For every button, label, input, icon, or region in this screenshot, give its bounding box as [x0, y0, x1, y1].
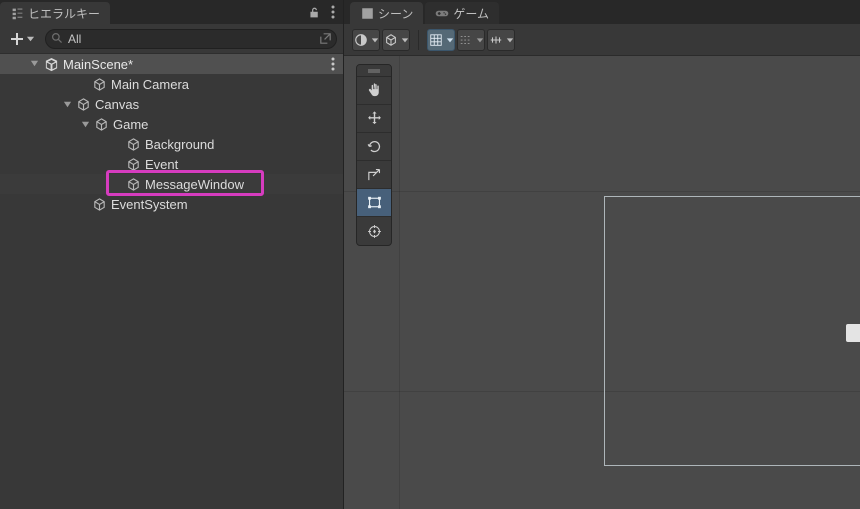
orientation-gizmo[interactable]: [846, 324, 860, 342]
caret-down-icon: [371, 36, 379, 44]
grid-tab-icon: [360, 6, 374, 20]
hierarchy-tab-label: ヒエラルキー: [28, 5, 100, 22]
node-label: Canvas: [95, 97, 139, 112]
hierarchy-panel: ヒエラルキー: [0, 0, 344, 509]
node-event-system[interactable]: EventSystem: [0, 194, 343, 214]
transform-tool-button[interactable]: [357, 217, 391, 245]
scene-tools-overlay[interactable]: [356, 64, 392, 246]
node-game[interactable]: Game: [0, 114, 343, 134]
hierarchy-tree: MainScene* Main Camera Canvas Game: [0, 54, 343, 509]
gameobject-cube-icon: [76, 97, 91, 112]
toolbar-separator: [418, 30, 419, 50]
gameobject-cube-icon: [126, 157, 141, 172]
caret-down-icon: [446, 36, 454, 44]
node-event[interactable]: Event: [0, 154, 343, 174]
scene-tab-row: シーン ゲーム: [344, 0, 860, 24]
tab-scene[interactable]: シーン: [350, 2, 423, 24]
gameobject-cube-icon: [126, 177, 141, 192]
tab-scene-label: シーン: [378, 5, 413, 22]
search-input[interactable]: [45, 29, 337, 49]
hand-tool-button[interactable]: [357, 77, 391, 105]
foldout-down-icon[interactable]: [80, 120, 90, 129]
scale-tool-button[interactable]: [357, 161, 391, 189]
scene-name: MainScene*: [63, 57, 133, 72]
plus-icon: [10, 32, 24, 46]
kebab-icon[interactable]: [331, 5, 335, 19]
create-dropdown[interactable]: [6, 30, 39, 48]
node-label: MessageWindow: [145, 177, 244, 192]
hierarchy-search: [45, 29, 337, 49]
snap-vertex-button[interactable]: [487, 29, 515, 51]
foldout-down-icon[interactable]: [62, 100, 72, 109]
node-label: Main Camera: [111, 77, 189, 92]
search-icon: [51, 32, 64, 45]
node-label: Game: [113, 117, 148, 132]
gameobject-cube-icon: [94, 117, 109, 132]
node-label: EventSystem: [111, 197, 188, 212]
rect-tool-button[interactable]: [357, 189, 391, 217]
hierarchy-tab-row: ヒエラルキー: [0, 0, 343, 24]
move-tool-button[interactable]: [357, 105, 391, 133]
scene-viewport[interactable]: [344, 56, 860, 509]
canvas-outline: [604, 196, 860, 466]
kebab-icon[interactable]: [331, 57, 335, 71]
scene-header[interactable]: MainScene*: [0, 54, 343, 74]
draw-mode-button[interactable]: [382, 29, 410, 51]
node-label: Background: [145, 137, 214, 152]
caret-down-icon: [506, 36, 514, 44]
node-canvas[interactable]: Canvas: [0, 94, 343, 114]
foldout-down-icon[interactable]: [30, 59, 39, 68]
gameobject-cube-icon: [126, 137, 141, 152]
node-label: Event: [145, 157, 178, 172]
rotate-tool-button[interactable]: [357, 133, 391, 161]
scene-toolbar: [344, 24, 860, 56]
node-background[interactable]: Background: [0, 134, 343, 154]
gameobject-cube-icon: [92, 77, 107, 92]
lock-open-icon[interactable]: [308, 6, 321, 19]
hierarchy-tab[interactable]: ヒエラルキー: [0, 2, 110, 24]
snap-grid-button[interactable]: [427, 29, 455, 51]
caret-down-icon: [26, 34, 35, 43]
unity-logo-icon: [44, 57, 59, 72]
tab-game[interactable]: ゲーム: [425, 2, 499, 24]
overlay-grip[interactable]: [357, 65, 391, 77]
hierarchy-toolbar: [0, 24, 343, 54]
gamepad-icon: [435, 6, 449, 20]
tab-game-label: ゲーム: [453, 5, 489, 22]
gameobject-cube-icon: [92, 197, 107, 212]
node-main-camera[interactable]: Main Camera: [0, 74, 343, 94]
hierarchy-icon: [10, 6, 24, 20]
popout-icon[interactable]: [318, 31, 333, 46]
shading-mode-button[interactable]: [352, 29, 380, 51]
caret-down-icon: [476, 36, 484, 44]
scene-panel: シーン ゲーム: [344, 0, 860, 509]
caret-down-icon: [401, 36, 409, 44]
snap-increment-button[interactable]: [457, 29, 485, 51]
node-message-window[interactable]: MessageWindow: [0, 174, 343, 194]
